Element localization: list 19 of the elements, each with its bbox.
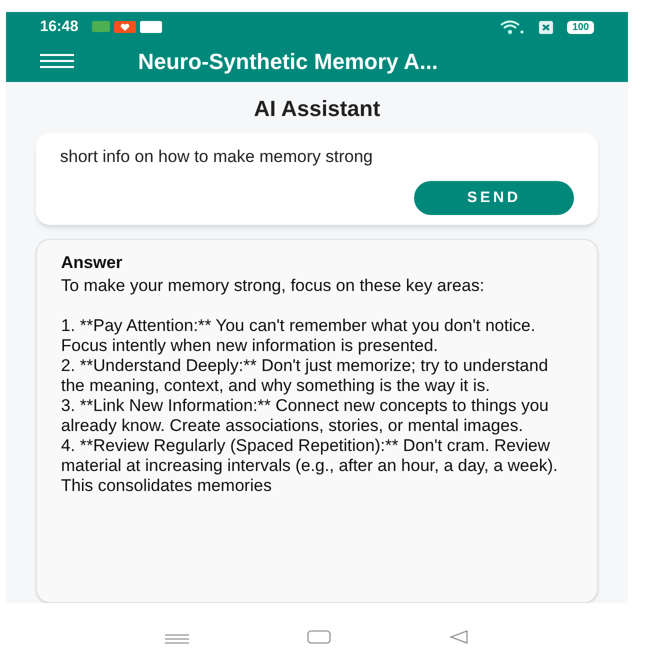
answer-point: 2. **Understand Deeply:** Don't just memorize; try to understand the meaning, context, and why something is the way it is. bbox=[61, 356, 550, 396]
notification-icon bbox=[92, 21, 110, 32]
answer-point: 4. **Review Regularly (Spaced Repetition):** Don't cram. Review material at increasing intervals (e.g., after an hour, a day, a week). This consolidates memories bbox=[61, 436, 559, 496]
page-title: AI Assistant bbox=[252, 95, 382, 123]
answer-point: 3. **Link New Information:** Connect new concepts to things you already know. Create associations, stories, or mental images. bbox=[61, 396, 550, 436]
answer-point: 1. **Pay Attention:** You can't remember what you don't notice. Focus intently when new information is presented. bbox=[61, 316, 536, 356]
answer-intro: To make your memory strong, focus on these key areas: bbox=[61, 276, 486, 296]
send-button[interactable]: SEND bbox=[414, 181, 574, 215]
home-icon[interactable] bbox=[307, 630, 331, 644]
menu-icon[interactable] bbox=[40, 54, 74, 68]
recent-apps-icon[interactable] bbox=[165, 634, 189, 644]
status-time: 16:48 bbox=[40, 16, 78, 37]
back-icon[interactable] bbox=[449, 630, 469, 644]
battery-indicator: 100 bbox=[567, 20, 594, 34]
question-field[interactable]: short info on how to make memory strong bbox=[60, 147, 530, 167]
app-title: Neuro-Synthetic Memory A... bbox=[138, 48, 438, 76]
answer-heading: Answer bbox=[61, 252, 124, 274]
wifi-icon bbox=[499, 20, 526, 34]
notification-icon bbox=[140, 21, 162, 33]
